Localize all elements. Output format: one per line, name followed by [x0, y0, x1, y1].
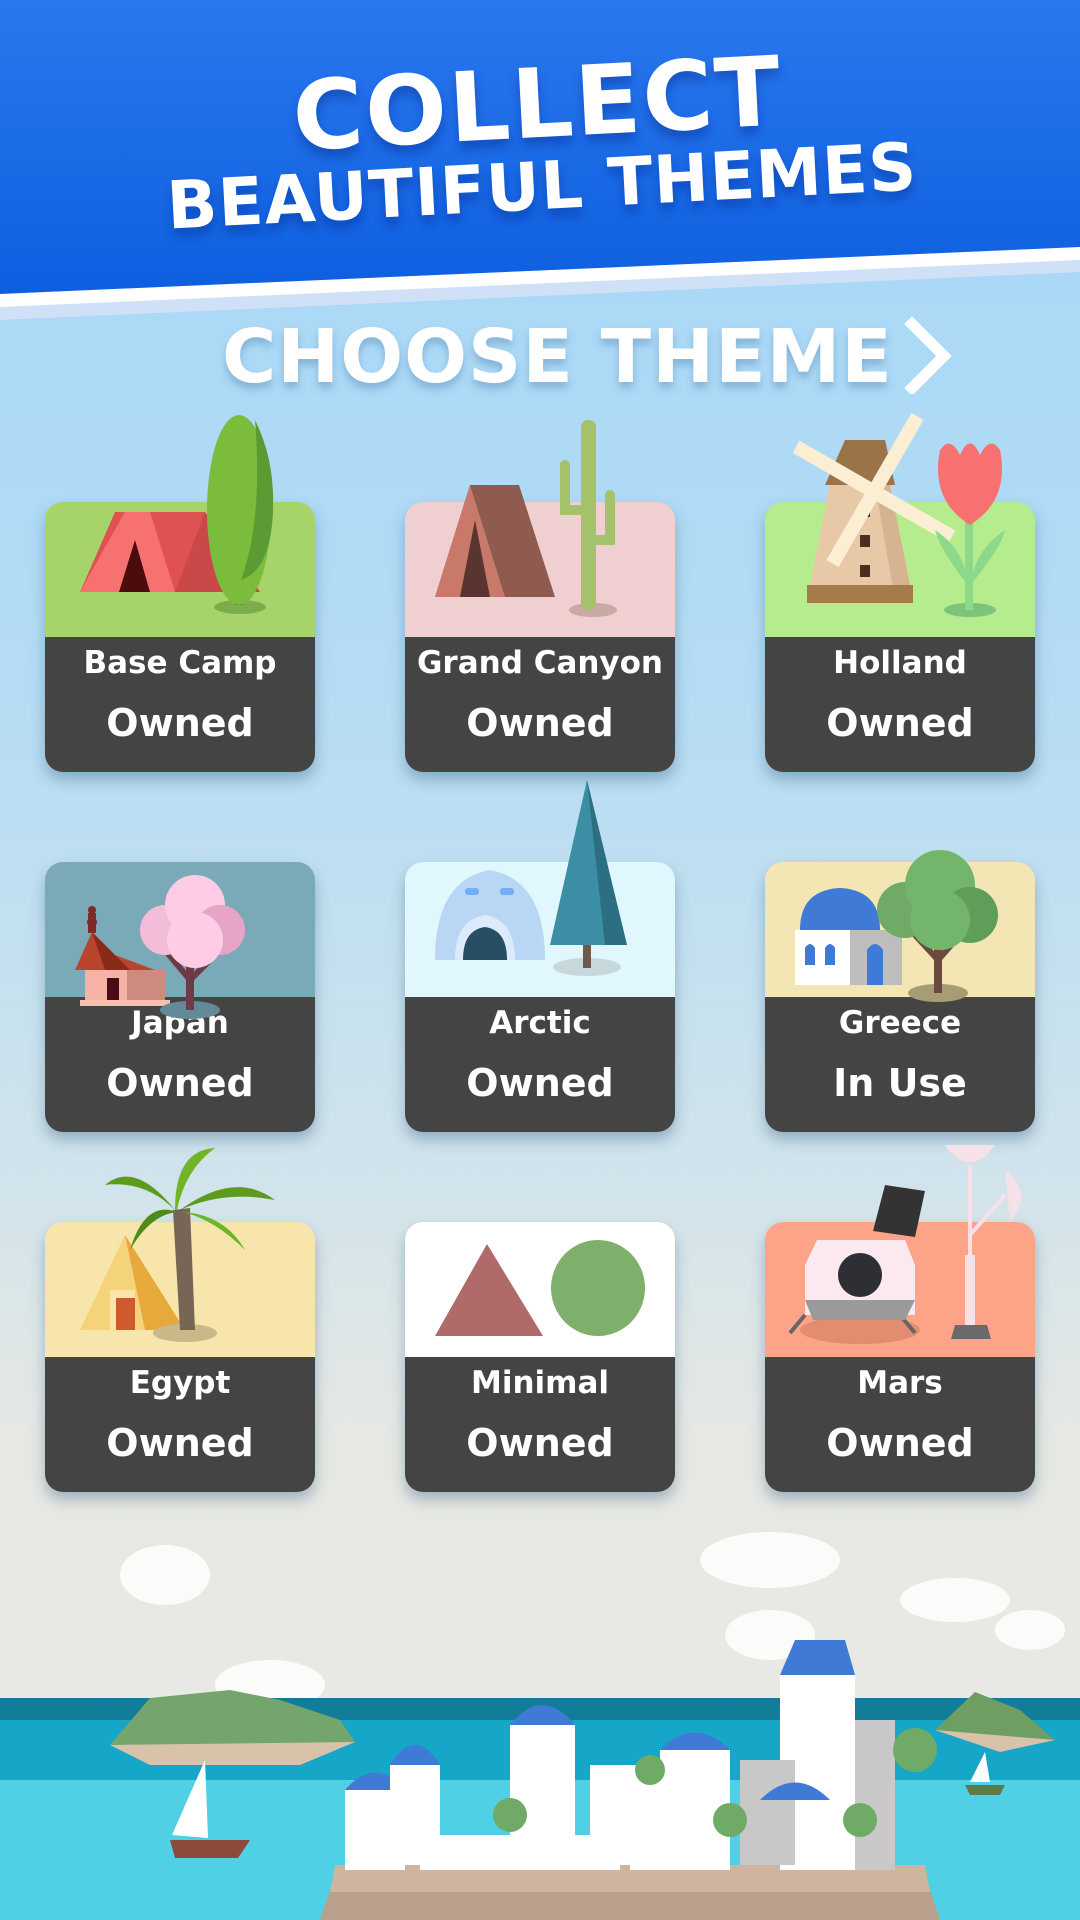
theme-status: Owned	[106, 701, 254, 745]
choose-theme-button[interactable]: CHOOSE THEME	[0, 310, 1080, 400]
pagoda-cherry-tree-icon	[45, 862, 315, 997]
choose-theme-label: CHOOSE THEME	[222, 314, 893, 400]
theme-card-grand-canyon[interactable]: Grand Canyon Owned	[405, 502, 675, 772]
pyramid-palm-icon	[45, 1222, 315, 1357]
theme-card-greece[interactable]: Greece In Use	[765, 862, 1035, 1132]
theme-name: Base Camp	[83, 645, 277, 681]
theme-status: Owned	[106, 1061, 254, 1105]
theme-name: Egypt	[129, 1365, 231, 1401]
theme-name: Arctic	[489, 1005, 591, 1041]
theme-name: Mars	[857, 1365, 943, 1401]
theme-name: Grand Canyon	[416, 645, 664, 681]
windmill-tulip-icon	[765, 502, 1035, 637]
theme-card-holland[interactable]: Holland Owned	[765, 502, 1035, 772]
theme-card-egypt[interactable]: Egypt Owned	[45, 1222, 315, 1492]
theme-status: Owned	[826, 1421, 974, 1465]
chevron-right-icon[interactable]	[900, 314, 960, 394]
cloud-icon	[120, 1532, 1065, 1710]
theme-card-minimal[interactable]: Minimal Owned	[405, 1222, 675, 1492]
theme-card-arctic[interactable]: Arctic Owned	[405, 862, 675, 1132]
theme-status: Owned	[106, 1421, 254, 1465]
theme-status: Owned	[826, 701, 974, 745]
theme-status: Owned	[466, 1421, 614, 1465]
theme-card-mars[interactable]: Mars Owned	[765, 1222, 1035, 1492]
tent-cactus-icon	[405, 502, 675, 637]
theme-name: Japan	[131, 1005, 229, 1041]
theme-name: Holland	[833, 645, 967, 681]
chapel-tree-icon	[765, 862, 1035, 997]
tent-tree-icon	[45, 502, 315, 637]
theme-status: Owned	[466, 1061, 614, 1105]
triangle-circle-icon	[405, 1222, 675, 1357]
promo-banner: COLLECT BEAUTIFUL THEMES	[0, 0, 1080, 320]
theme-name: Minimal	[470, 1365, 610, 1401]
igloo-pine-tree-icon	[405, 862, 675, 997]
theme-status: Owned	[466, 701, 614, 745]
theme-name: Greece	[838, 1005, 962, 1041]
lander-antenna-icon	[765, 1222, 1035, 1357]
santorini-scene-illustration	[0, 1532, 1080, 1920]
theme-status: In Use	[833, 1061, 967, 1105]
theme-card-japan[interactable]: Japan Owned	[45, 862, 315, 1132]
theme-card-base-camp[interactable]: Base Camp Owned	[45, 502, 315, 772]
